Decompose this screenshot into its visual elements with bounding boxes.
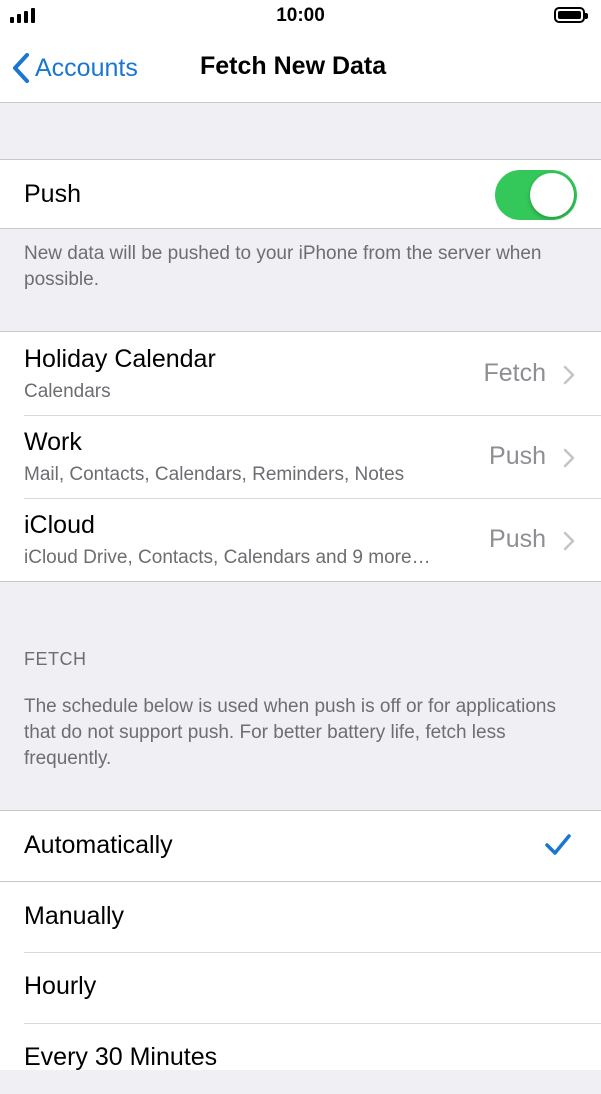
account-fetch-mode: Push [489, 442, 546, 470]
account-services: iCloud Drive, Contacts, Calendars and 9 … [24, 547, 431, 568]
fetch-section-header: FETCH [24, 649, 87, 669]
status-time: 10:00 [276, 5, 325, 26]
push-toggle[interactable] [495, 170, 577, 220]
account-fetch-mode: Push [489, 525, 546, 553]
account-row-icloud[interactable]: iCloud iCloud Drive, Contacts, Calendars… [0, 498, 601, 582]
account-row-holiday-calendar[interactable]: Holiday Calendar Calendars Fetch [0, 332, 601, 415]
status-bar: 10:00 [0, 0, 601, 34]
accounts-group: Holiday Calendar Calendars Fetch Work Ma… [0, 331, 601, 582]
chevron-right-icon [563, 531, 575, 551]
navigation-bar: Accounts Fetch New Data [0, 34, 601, 103]
fetch-options-group: Automatically Manually Hourly Every 30 M… [0, 810, 601, 1071]
fetch-option-every-30-minutes[interactable]: Every 30 Minutes [0, 1024, 601, 1094]
account-services: Mail, Contacts, Calendars, Reminders, No… [24, 464, 405, 485]
fetch-option-automatically[interactable]: Automatically [0, 811, 601, 881]
chevron-right-icon [563, 365, 575, 385]
fetch-description: The schedule below is used when push is … [24, 696, 556, 769]
push-label: Push [24, 180, 81, 208]
push-row: Push [0, 159, 601, 229]
account-fetch-mode: Fetch [483, 359, 546, 387]
account-name: Holiday Calendar [24, 345, 216, 373]
account-name: Work [24, 428, 82, 456]
push-footer: New data will be pushed to your iPhone f… [24, 243, 542, 290]
chevron-right-icon [563, 448, 575, 468]
account-row-work[interactable]: Work Mail, Contacts, Calendars, Reminder… [0, 415, 601, 498]
toggle-knob [530, 173, 574, 217]
fetch-option-manually[interactable]: Manually [0, 882, 601, 952]
page-title: Fetch New Data [200, 52, 387, 80]
back-button-label: Accounts [35, 53, 138, 82]
battery-icon [554, 7, 588, 23]
chevron-left-icon [13, 53, 29, 83]
account-services: Calendars [24, 381, 111, 402]
fetch-option-label: Manually [24, 902, 125, 930]
fetch-option-label: Every 30 Minutes [24, 1043, 218, 1071]
fetch-option-label: Automatically [24, 831, 173, 859]
account-name: iCloud [24, 511, 95, 539]
fetch-option-hourly[interactable]: Hourly [0, 953, 601, 1023]
fetch-option-label: Hourly [24, 972, 97, 1000]
checkmark-icon [545, 834, 571, 855]
back-button[interactable]: Accounts [12, 52, 138, 84]
